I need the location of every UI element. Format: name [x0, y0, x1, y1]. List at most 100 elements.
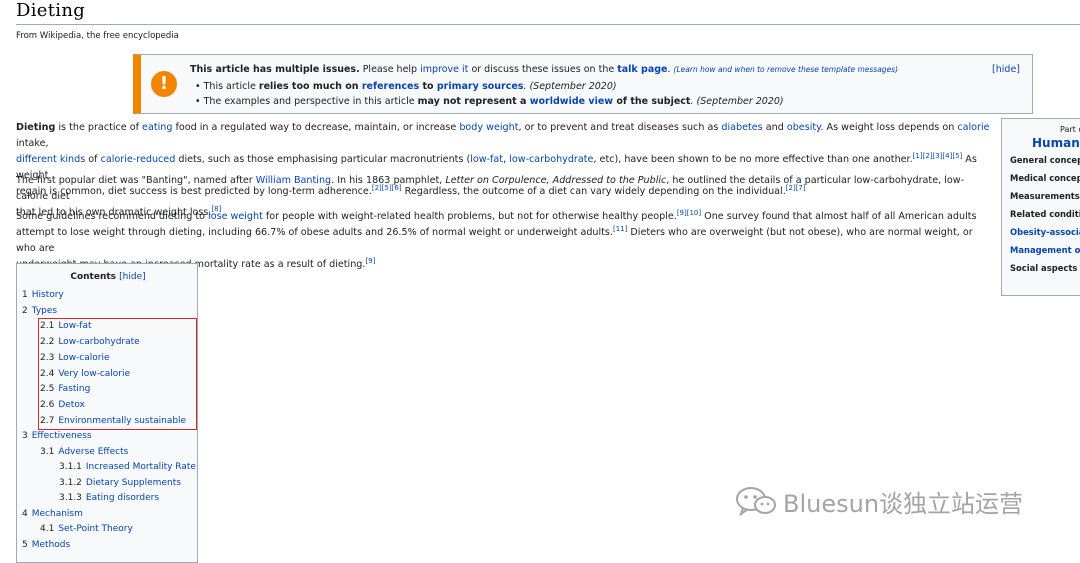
toc-entry[interactable]: 3 Effectiveness [22, 431, 92, 441]
low-fat-link[interactable]: low-fat [470, 154, 503, 165]
toc-entry[interactable]: 3.1 Adverse Effects [40, 447, 128, 457]
william-banting-link[interactable]: William Banting [256, 175, 331, 186]
citation-link[interactable]: [9] [365, 257, 375, 265]
toc-entry-label[interactable]: Environmentally sustainable [58, 416, 186, 426]
improve-it-link[interactable]: improve it [420, 64, 468, 75]
issue2-text: The examples and perspective in this art… [203, 96, 418, 107]
toc-entry[interactable]: 2.7 Environmentally sustainable [40, 416, 186, 426]
toc-entry-label[interactable]: Low-calorie [58, 353, 109, 363]
table-of-contents: Contents [hide] 1 History 2 Types 2.1 Low-fat… [16, 263, 198, 563]
toc-entry-number: 2.2 [40, 337, 55, 347]
ambox-heading: This article has multiple issues. Please… [190, 64, 898, 75]
primary-sources-link[interactable]: primary sources [437, 81, 524, 92]
toc-entry-label[interactable]: Eating disorders [86, 493, 159, 503]
toc-entry-label[interactable]: Fasting [58, 384, 90, 394]
toc-entry-number: 2 [22, 306, 28, 316]
sidebar-navbox: Part o Human General concep Medical conc… [1001, 118, 1080, 296]
toc-entry-number: 3.1 [40, 447, 55, 457]
page-title: Dieting [16, 0, 1080, 25]
toc-entry-label[interactable]: Effectiveness [32, 431, 92, 441]
ambox-hide-link[interactable]: [hide] [992, 64, 1020, 75]
toc-entry-label[interactable]: Very low-calorie [58, 369, 130, 379]
toc-entry-label[interactable]: Increased Mortality Rate [86, 462, 196, 472]
issue2-bold: may not represent a [417, 96, 530, 107]
different-link[interactable]: different [16, 154, 57, 165]
talk-page-link[interactable]: talk page [617, 64, 667, 75]
sidebar-item[interactable]: Medical concep [1010, 173, 1080, 183]
toc-entry-label[interactable]: Detox [58, 400, 85, 410]
citation-link[interactable]: [9][10] [677, 209, 701, 217]
toc-entry-number: 3.1.3 [59, 493, 82, 503]
watermark: Bluesun谈独立站运营 [735, 484, 1023, 518]
worldwide-view-link[interactable]: worldwide view [530, 96, 613, 107]
text: for people with weight-related health pr… [262, 211, 677, 222]
toc-entry[interactable]: 3.1.2 Dietary Supplements [59, 478, 181, 488]
text: . In his 1863 pamphlet, [331, 175, 446, 186]
ambox-issue-list: This article relies too much on referenc… [195, 81, 784, 111]
pamphlet-title: Letter on Corpulence, Addressed to the P… [445, 175, 667, 186]
toc-entry-label[interactable]: Adverse Effects [58, 447, 128, 457]
sidebar-item[interactable]: Related conditio [1010, 209, 1080, 219]
toc-entry-label[interactable]: Low-carbohydrate [58, 337, 139, 347]
eating-link[interactable]: eating [142, 122, 172, 133]
toc-entry[interactable]: 3.1.3 Eating disorders [59, 493, 159, 503]
text: One survey found that almost half of all… [701, 211, 977, 222]
toc-hide-link[interactable]: [hide] [119, 272, 145, 282]
toc-entry-number: 3.1.1 [59, 462, 82, 472]
toc-entry[interactable]: 1 History [22, 290, 64, 300]
text: is the practice of [55, 122, 143, 133]
toc-entry[interactable]: 4.1 Set-Point Theory [40, 524, 133, 534]
toc-entry-number: 2.1 [40, 321, 55, 331]
watermark-text: Bluesun谈独立站运营 [783, 489, 1024, 518]
sidebar-title-link[interactable]: Human [1032, 136, 1080, 150]
toc-entry-label[interactable]: Low-fat [58, 321, 91, 331]
issue1-text: This article [203, 81, 259, 92]
toc-entry[interactable]: 4 Mechanism [22, 509, 83, 519]
citation-link[interactable]: [1][2][3][4][5] [913, 152, 963, 160]
toc-entry-label[interactable]: Set-Point Theory [58, 524, 133, 534]
ambox-learn-more: (Learn how and when to remove these temp… [674, 65, 898, 74]
sidebar-item[interactable]: General concep [1010, 155, 1080, 165]
issue2-bold2: of the subject [613, 96, 691, 107]
toc-entry[interactable]: 2.3 Low-calorie [40, 353, 110, 363]
toc-entry[interactable]: 2.1 Low-fat [40, 321, 92, 331]
text: The first popular diet was "Banting", na… [16, 175, 256, 186]
sidebar-item[interactable]: Social aspects [1010, 263, 1077, 273]
learn-how-link[interactable]: (Learn how and when to remove these temp… [674, 65, 898, 74]
text: food in a regulated way to decrease, mai… [172, 122, 460, 133]
lose-weight-link[interactable]: lose weight [208, 211, 263, 222]
sidebar-item-link[interactable]: Obesity-associa [1010, 227, 1080, 237]
references-link[interactable]: references [362, 81, 419, 92]
toc-entry[interactable]: 2.4 Very low-calorie [40, 369, 130, 379]
text: Some guidelines recommend dieting to [16, 211, 209, 222]
toc-entry-number: 1 [22, 290, 28, 300]
ambox-issue-2: The examples and perspective in this art… [195, 96, 784, 111]
kinds-link[interactable]: kinds [60, 154, 85, 165]
issue1-to: to [419, 81, 437, 92]
sidebar-item-link[interactable]: Management of [1010, 245, 1080, 255]
low-carbohydrate-link[interactable]: low-carbohydrate [509, 154, 593, 165]
warning-icon: ! [151, 71, 177, 97]
toc-entry-label[interactable]: Types [32, 306, 57, 316]
calorie-reduced-link[interactable]: calorie-reduced [101, 154, 176, 165]
sidebar-item[interactable]: Measurements [1010, 191, 1080, 201]
toc-entry[interactable]: 2.5 Fasting [40, 384, 90, 394]
citation-link[interactable]: [11] [613, 225, 627, 233]
body-weight-link[interactable]: body weight [459, 122, 518, 133]
toc-entry[interactable]: 2 Types [22, 306, 57, 316]
toc-entry-number: 3.1.2 [59, 478, 82, 488]
toc-entry-number: 4.1 [40, 524, 55, 534]
toc-entry[interactable]: 3.1.1 Increased Mortality Rate [59, 462, 196, 472]
ambox-head-text2: or discuss these issues on the [468, 64, 618, 75]
toc-entry-number: 4 [22, 509, 28, 519]
toc-entry-label[interactable]: Mechanism [32, 509, 83, 519]
sidebar-part-of: Part o [1060, 125, 1080, 134]
toc-entry-label[interactable]: History [32, 290, 64, 300]
toc-entry-number: 2.5 [40, 384, 55, 394]
toc-entry[interactable]: 2.2 Low-carbohydrate [40, 337, 140, 347]
calorie-link[interactable]: calorie [957, 122, 989, 133]
toc-entry-label[interactable]: Dietary Supplements [86, 478, 181, 488]
obesity-link[interactable]: obesity [787, 122, 821, 133]
toc-entry[interactable]: 2.6 Detox [40, 400, 85, 410]
diabetes-link[interactable]: diabetes [721, 122, 762, 133]
